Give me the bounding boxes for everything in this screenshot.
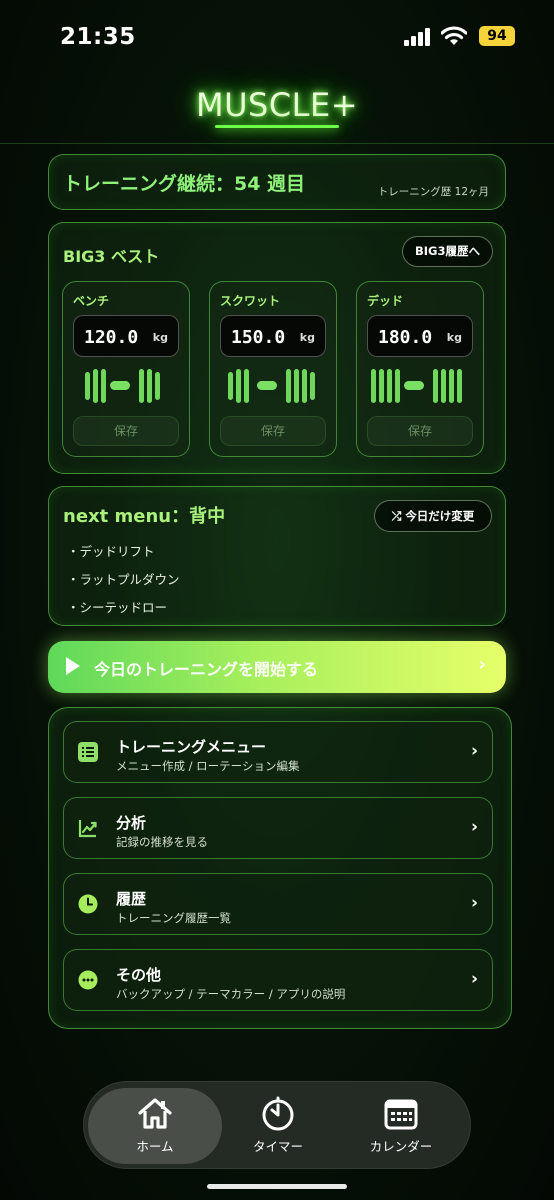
- change-today-button[interactable]: ⤮ 今日だけ変更: [374, 500, 492, 532]
- lift-name: デッド: [367, 294, 404, 308]
- next-menu-title: next menu：背中: [63, 506, 226, 527]
- weight-unit: kg: [152, 331, 168, 344]
- menu-row-subtitle: 記録の推移を見る: [116, 835, 208, 849]
- barbell-icon: [357, 366, 483, 406]
- app-title: MUSCLE+: [195, 86, 359, 124]
- home-indicator: [207, 1184, 347, 1189]
- bench-weight-input[interactable]: 120.0 kg: [73, 315, 179, 357]
- main-menu-card: トレーニングメニュー メニュー作成 / ローテーション編集 › 分析 記録の推移…: [48, 707, 512, 1029]
- lift-card-bench: ベンチ 120.0 kg 保存: [62, 281, 190, 457]
- menu-row-title: 分析: [116, 814, 147, 832]
- status-bar: 21:35 94: [0, 0, 554, 76]
- battery-indicator: 94: [479, 26, 515, 46]
- lift-card-deadlift: デッド 180.0 kg 保存: [356, 281, 484, 457]
- lift-card-squat: スクワット 150.0 kg 保存: [209, 281, 337, 457]
- barbell-icon: [63, 366, 189, 406]
- squat-save-button[interactable]: 保存: [220, 416, 326, 446]
- chevron-right-icon: ›: [470, 817, 478, 837]
- big3-title: BIG3 ベスト: [63, 247, 160, 266]
- menu-row-history[interactable]: 履歴 トレーニング履歴一覧 ›: [63, 873, 493, 935]
- menu-row-subtitle: トレーニング履歴一覧: [116, 911, 231, 925]
- menu-row-analysis[interactable]: 分析 記録の推移を見る ›: [63, 797, 493, 859]
- weight-value: 120.0: [84, 327, 139, 348]
- tab-home[interactable]: ホーム: [90, 1090, 220, 1162]
- status-time: 21:35: [60, 24, 136, 50]
- chevron-right-icon: ›: [470, 969, 478, 989]
- more-icon: [78, 970, 98, 990]
- calendar-icon: [384, 1099, 418, 1130]
- weight-unit: kg: [299, 331, 315, 344]
- menu-row-subtitle: メニュー作成 / ローテーション編集: [116, 759, 300, 773]
- list-icon: [78, 742, 98, 762]
- list-item: ・シーテッドロー: [67, 600, 168, 615]
- big3-best-card: BIG3 ベスト BIG3履歴へ ベンチ 120.0 kg 保存 スクワット 1…: [48, 222, 506, 474]
- list-item: ・デッドリフト: [67, 544, 155, 559]
- shuffle-icon: ⤮: [391, 509, 402, 523]
- title-glow-underline: [215, 125, 339, 128]
- next-menu-card: next menu：背中 ⤮ 今日だけ変更 ・デッドリフト ・ラットプルダウン ・…: [48, 486, 506, 626]
- lift-name: ベンチ: [73, 294, 110, 308]
- wifi-icon: [441, 26, 467, 45]
- chevron-right-icon: ›: [470, 741, 478, 761]
- play-icon: [66, 657, 80, 675]
- change-today-label: 今日だけ変更: [405, 509, 475, 523]
- big3-history-button[interactable]: BIG3履歴へ: [402, 236, 493, 267]
- weight-value: 180.0: [378, 327, 433, 348]
- menu-row-title: その他: [116, 966, 162, 984]
- chevron-right-icon: ›: [470, 893, 478, 913]
- tab-label: タイマー: [252, 1139, 303, 1154]
- menu-row-training-menu[interactable]: トレーニングメニュー メニュー作成 / ローテーション編集 ›: [63, 721, 493, 783]
- barbell-icon: [210, 366, 336, 406]
- clock-icon: [78, 894, 98, 914]
- menu-row-title: 履歴: [116, 890, 147, 908]
- training-duration: トレーニング歴 12ヶ月: [377, 186, 489, 198]
- tab-label: ホーム: [136, 1139, 174, 1154]
- menu-row-other[interactable]: その他 バックアップ / テーマカラー / アプリの説明 ›: [63, 949, 493, 1011]
- tab-label: カレンダー: [369, 1139, 433, 1154]
- weight-unit: kg: [446, 331, 462, 344]
- streak-weeks: トレーニング継続：54 週目: [63, 173, 306, 195]
- header-divider: [0, 143, 554, 144]
- training-streak-card: トレーニング継続：54 週目 トレーニング歴 12ヶ月: [48, 154, 506, 210]
- start-training-label: 今日のトレーニングを開始する: [94, 660, 319, 679]
- start-training-button[interactable]: 今日のトレーニングを開始する ›: [48, 641, 506, 693]
- chart-icon: [78, 820, 97, 838]
- menu-row-subtitle: バックアップ / テーマカラー / アプリの説明: [116, 987, 346, 1001]
- tab-timer[interactable]: タイマー: [213, 1090, 343, 1162]
- tab-calendar[interactable]: カレンダー: [336, 1090, 466, 1162]
- cellular-signal-icon: [404, 28, 432, 46]
- weight-value: 150.0: [231, 327, 286, 348]
- bench-save-button[interactable]: 保存: [73, 416, 179, 446]
- lift-name: スクワット: [220, 294, 281, 308]
- chevron-right-icon: ›: [478, 654, 486, 675]
- bottom-tab-bar: ホーム タイマー カレンダー: [83, 1081, 471, 1169]
- deadlift-weight-input[interactable]: 180.0 kg: [367, 315, 473, 357]
- home-icon: [138, 1098, 172, 1129]
- list-item: ・ラットプルダウン: [67, 572, 180, 587]
- squat-weight-input[interactable]: 150.0 kg: [220, 315, 326, 357]
- menu-row-title: トレーニングメニュー: [116, 738, 267, 756]
- deadlift-save-button[interactable]: 保存: [367, 416, 473, 446]
- timer-icon: [262, 1096, 294, 1131]
